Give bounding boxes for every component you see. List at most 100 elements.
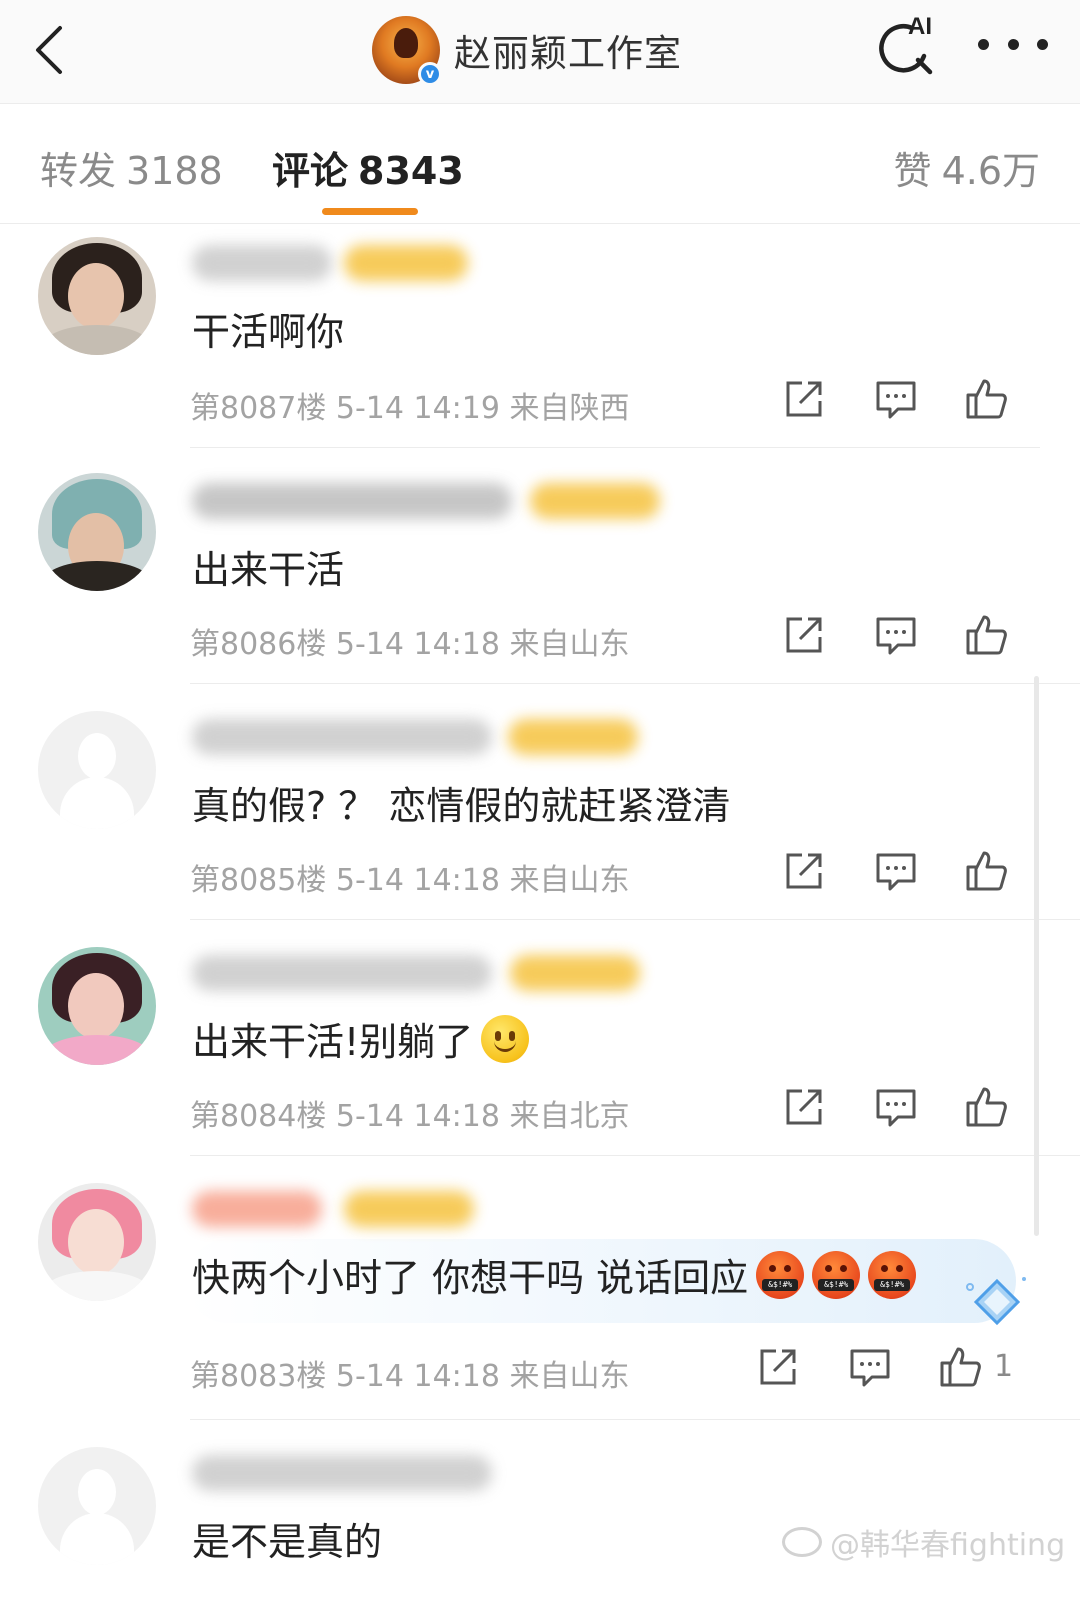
- comment-actions: [782, 613, 1032, 663]
- thumbs-up-icon: [966, 851, 1007, 891]
- comment-icon: [876, 381, 916, 419]
- comment-item: 快两个小时了 你想干吗 说话回应 &$!#% &$!#% &$!#% 第8083…: [0, 1169, 1080, 1420]
- fan-badge-blurred: [344, 1191, 474, 1227]
- divider: [190, 683, 1080, 684]
- more-options-button[interactable]: [978, 24, 1048, 64]
- thumbs-up-icon: [966, 1087, 1007, 1127]
- share-icon: [786, 381, 822, 417]
- tab-like[interactable]: 赞 4.6万: [894, 140, 1040, 195]
- like-count: 1: [994, 1349, 1014, 1384]
- comment-text: 出来干活!别躺了: [192, 1011, 530, 1066]
- comment-icon: [850, 1349, 890, 1387]
- avatar[interactable]: [38, 1183, 156, 1301]
- comment-text: 干活啊你: [192, 310, 345, 354]
- comment-icon: [876, 1089, 916, 1127]
- like-button[interactable]: [964, 377, 1008, 421]
- tab-like-label: 赞: [893, 149, 932, 193]
- angry-emoji-icon: &$!#%: [812, 1250, 861, 1299]
- ai-search-button[interactable]: AI: [872, 10, 944, 82]
- username-blurred[interactable]: [192, 483, 512, 519]
- share-button[interactable]: [782, 1085, 826, 1129]
- tab-like-count: 4.6万: [941, 149, 1040, 193]
- fan-badge-blurred: [510, 955, 640, 991]
- username-blurred[interactable]: [192, 245, 332, 281]
- username-blurred[interactable]: [192, 955, 492, 991]
- tab-repost-count: 3188: [126, 149, 223, 193]
- active-tab-indicator: [322, 208, 418, 215]
- angry-emoji-text: &$!#%: [874, 1278, 911, 1291]
- avatar[interactable]: [38, 1447, 156, 1565]
- fan-badge-blurred: [344, 245, 468, 281]
- chevron-left-icon: [36, 26, 62, 74]
- share-icon: [786, 1089, 822, 1125]
- divider: [190, 919, 1080, 920]
- account-avatar[interactable]: v: [372, 16, 442, 86]
- verified-icon: v: [418, 62, 442, 86]
- share-button[interactable]: [756, 1345, 800, 1389]
- divider: [190, 1419, 1080, 1420]
- avatar[interactable]: [38, 473, 156, 591]
- share-button[interactable]: [782, 377, 826, 421]
- angry-emoji-text: &$!#%: [818, 1278, 855, 1291]
- avatar[interactable]: [38, 711, 156, 829]
- tab-repost[interactable]: 转发 3188: [40, 140, 223, 195]
- comment-item: 干活啊你 第8087楼 5-14 14:19 来自陕西: [0, 225, 1080, 461]
- page-title: 赵丽颖工作室: [454, 32, 682, 75]
- more-dot-icon: [978, 38, 989, 50]
- top-bar: v 赵丽颖工作室 AI: [0, 0, 1080, 104]
- avatar[interactable]: [38, 237, 156, 355]
- comment-meta: 第8085楼 5-14 14:18 来自山东: [190, 863, 630, 898]
- angry-emoji-icon: &$!#%: [756, 1250, 805, 1299]
- reply-button[interactable]: [848, 1345, 892, 1389]
- comment-icon: [876, 853, 916, 891]
- comment-icon: [876, 617, 916, 655]
- thumbs-up-icon: [940, 1347, 981, 1387]
- scrollbar[interactable]: [1034, 676, 1039, 1236]
- comment-actions: [782, 377, 1032, 427]
- more-dot-icon: [1037, 38, 1048, 50]
- fan-badge-blurred: [530, 483, 660, 519]
- tab-comment[interactable]: 评论 8343: [272, 140, 464, 195]
- like-button[interactable]: [938, 1345, 982, 1389]
- comment-text: 真的假? ？ 恋情假的就赶紧澄清: [192, 784, 731, 828]
- ai-label: AI: [908, 13, 932, 40]
- like-button[interactable]: [964, 613, 1008, 657]
- more-dot-icon: [1007, 38, 1019, 50]
- comment-meta: 第8087楼 5-14 14:19 来自陕西: [190, 391, 630, 426]
- share-icon: [760, 1349, 796, 1385]
- divider: [190, 1155, 1080, 1156]
- avatar[interactable]: [38, 947, 156, 1065]
- thumbs-up-icon: [966, 379, 1007, 419]
- comment-text: 是不是真的: [192, 1520, 383, 1564]
- comment-actions: [782, 1085, 1032, 1135]
- like-button[interactable]: [964, 849, 1008, 893]
- username-blurred[interactable]: [192, 719, 492, 755]
- page-header[interactable]: v 赵丽颖工作室: [372, 10, 682, 90]
- reply-button[interactable]: [874, 849, 918, 893]
- share-icon: [786, 853, 822, 889]
- username-blurred[interactable]: [192, 1455, 492, 1491]
- like-button[interactable]: [964, 1085, 1008, 1129]
- reply-button[interactable]: [874, 613, 918, 657]
- comment-actions: 1: [756, 1345, 1046, 1395]
- watermark-text: @韩华春fighting: [830, 1528, 1066, 1563]
- tab-repost-label: 转发: [40, 149, 117, 193]
- comment-meta: 第8084楼 5-14 14:18 来自北京: [190, 1099, 630, 1134]
- fan-badge-blurred: [508, 719, 638, 755]
- comment-text-content: 快两个小时了 你想干吗 说话回应: [192, 1256, 749, 1300]
- share-button[interactable]: [782, 849, 826, 893]
- smile-emoji-icon: [481, 1014, 530, 1063]
- back-button[interactable]: [26, 14, 76, 84]
- reply-button[interactable]: [874, 1085, 918, 1129]
- reply-button[interactable]: [874, 377, 918, 421]
- divider: [190, 447, 1040, 448]
- share-button[interactable]: [782, 613, 826, 657]
- comment-text: 快两个小时了 你想干吗 说话回应 &$!#% &$!#% &$!#%: [192, 1247, 917, 1302]
- comment-actions: [782, 849, 1032, 899]
- comment-item: 真的假? ？ 恋情假的就赶紧澄清 第8085楼 5-14 14:18 来自山东: [0, 697, 1080, 933]
- username-blurred[interactable]: [192, 1191, 322, 1227]
- tab-comment-label: 评论: [272, 149, 349, 193]
- comment-item: 出来干活!别躺了 第8084楼 5-14 14:18 来自北京: [0, 933, 1080, 1169]
- comment-meta: 第8083楼 5-14 14:18 来自山东: [190, 1359, 630, 1394]
- tab-comment-count: 8343: [358, 149, 464, 193]
